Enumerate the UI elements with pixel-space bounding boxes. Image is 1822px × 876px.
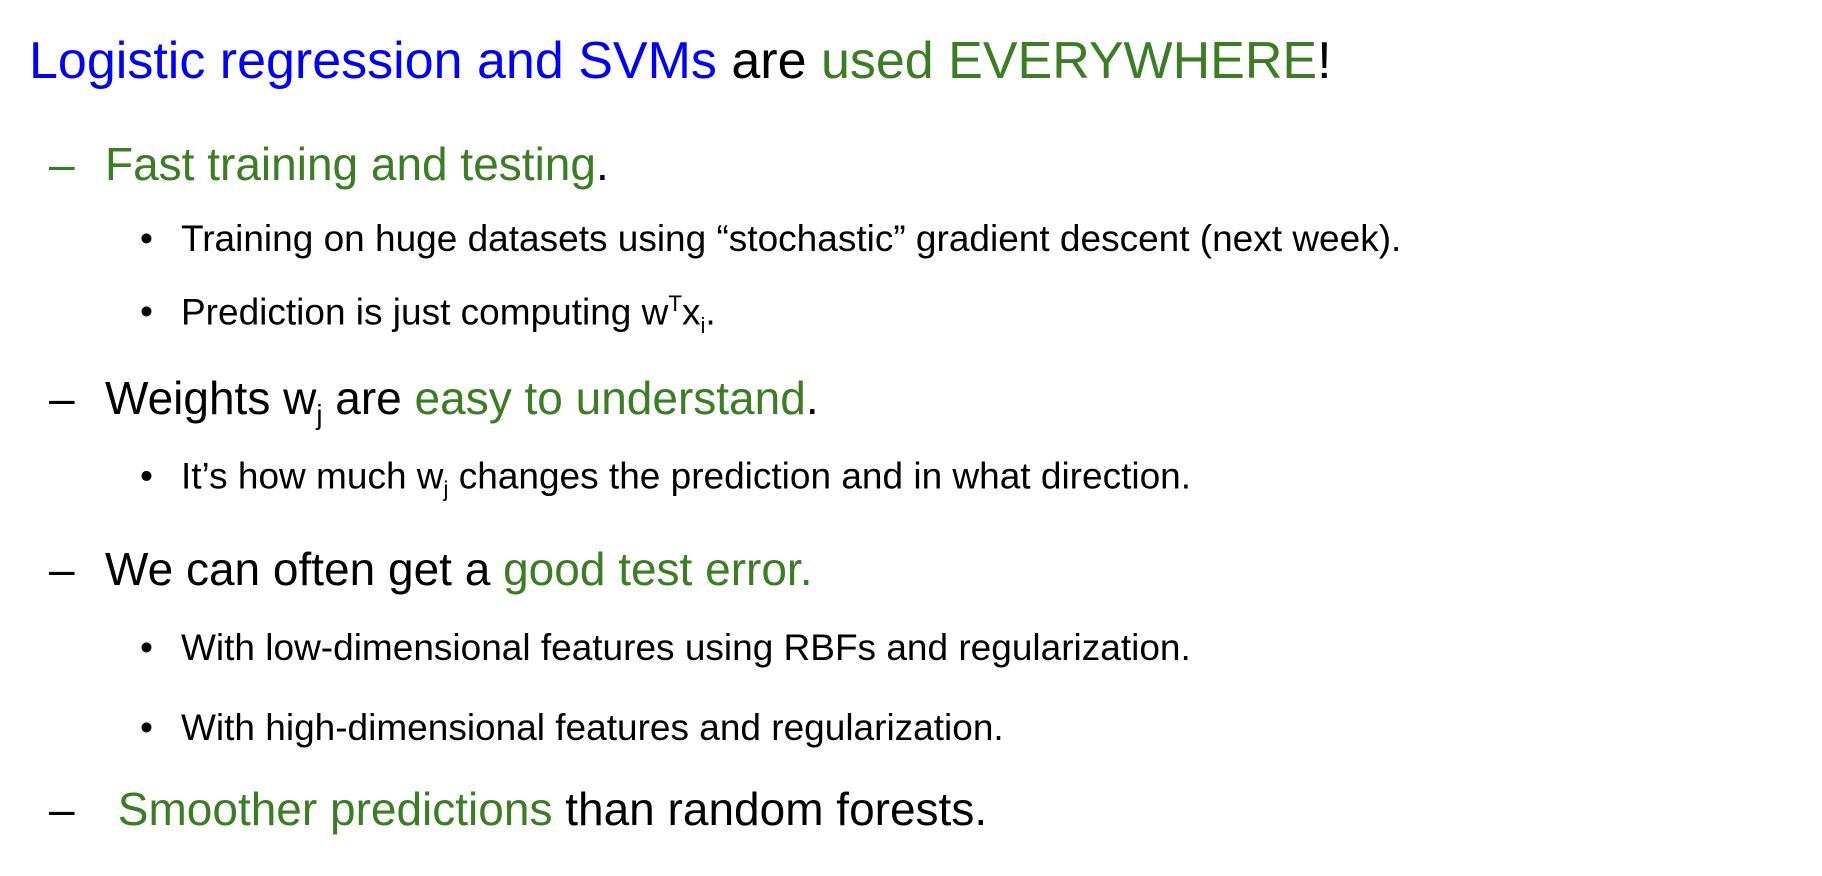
- bullet-marker: •: [140, 707, 153, 748]
- dash-marker: –: [49, 543, 75, 595]
- dash-marker: –: [49, 138, 75, 190]
- text: changes the prediction and in what direc…: [448, 455, 1191, 497]
- highlight-text: Smoother predictions: [105, 783, 553, 835]
- point-test-error: – We can often get a good test error.: [49, 542, 812, 596]
- title-exclamation: !: [1317, 32, 1332, 90]
- dash-marker: –: [49, 371, 75, 424]
- highlight-text: good test error.: [503, 543, 813, 595]
- bullet-prediction: • Prediction is just computing wTxi.: [140, 291, 716, 339]
- text: are: [322, 371, 415, 424]
- text: .: [705, 291, 716, 333]
- bullet-low-dim: • With low-dimensional features using RBF…: [140, 627, 1191, 669]
- text: x: [681, 291, 701, 333]
- superscript: T: [668, 291, 682, 317]
- text: Prediction is just computing w: [181, 291, 669, 333]
- slide-title: Logistic regression and SVMs are used EV…: [29, 31, 1332, 91]
- text: We can often get a: [105, 543, 504, 595]
- text: With low-dimensional features using RBFs…: [181, 627, 1191, 668]
- text: It’s how much w: [181, 455, 444, 497]
- highlight-text: Fast training and testing: [105, 138, 596, 190]
- text: With high-dimensional features and regul…: [181, 707, 1004, 748]
- bullet-marker: •: [140, 291, 153, 333]
- point-weights: – Weights wj are easy to understand.: [49, 371, 819, 431]
- text: Training on huge datasets using “stochas…: [181, 218, 1402, 259]
- text: Weights w: [105, 371, 317, 424]
- title-green-text: used EVERYWHERE: [820, 32, 1318, 90]
- text: than random forests.: [552, 783, 988, 835]
- text: .: [805, 371, 819, 424]
- dash-marker: –: [49, 783, 75, 835]
- text: .: [595, 138, 609, 190]
- title-black-text: are: [716, 32, 821, 90]
- highlight-text: easy to understand: [414, 371, 806, 424]
- bullet-sgd: • Training on huge datasets using “stocha…: [140, 218, 1401, 260]
- bullet-marker: •: [140, 627, 153, 668]
- bullet-marker: •: [140, 455, 153, 497]
- point-smoother: – Smoother predictions than random fores…: [49, 782, 987, 836]
- title-blue-text: Logistic regression and SVMs: [29, 32, 717, 90]
- bullet-weights-meaning: • It’s how much wj changes the prediction…: [140, 455, 1191, 502]
- point-fast-training: – Fast training and testing.: [49, 137, 609, 191]
- bullet-high-dim: • With high-dimensional features and regu…: [140, 707, 1004, 749]
- bullet-marker: •: [140, 218, 153, 259]
